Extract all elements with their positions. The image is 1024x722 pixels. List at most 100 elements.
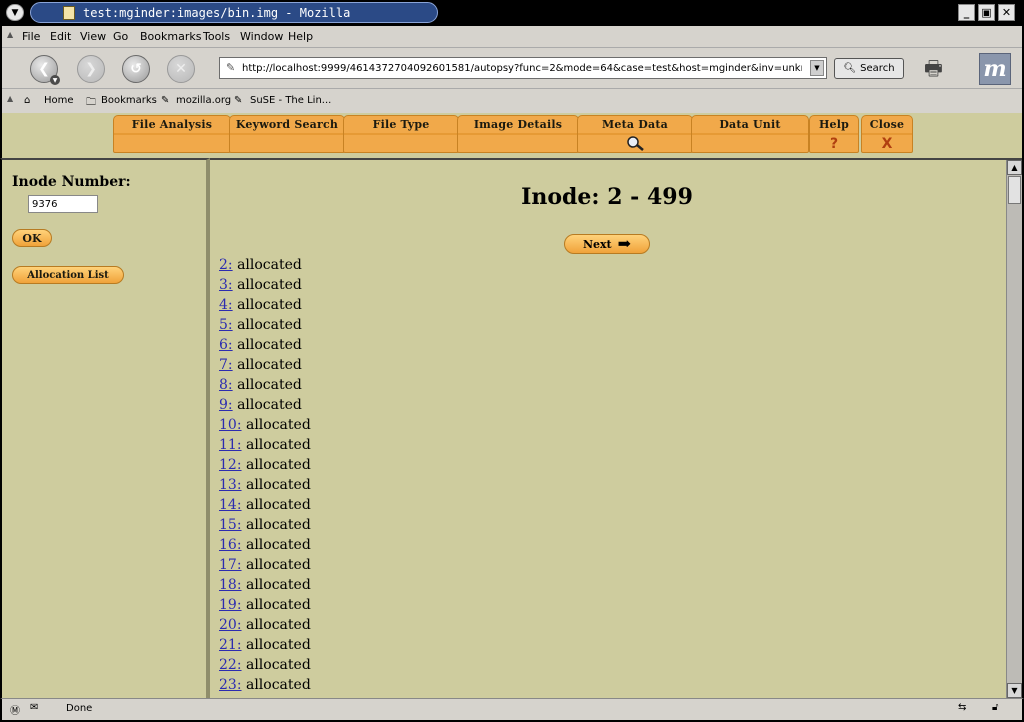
print-icon[interactable]: 🖶: [924, 54, 968, 84]
list-item: 17: allocated: [219, 555, 311, 575]
menu-go[interactable]: Go: [113, 30, 128, 43]
allocation-list-button[interactable]: Allocation List: [12, 266, 124, 284]
security-lock-icon: 🔓︎: [992, 702, 999, 713]
maximize-icon[interactable]: ▣: [978, 4, 995, 21]
bookbar-grip-icon[interactable]: ▲: [7, 94, 13, 103]
inode-status: allocated: [245, 517, 311, 533]
back-button[interactable]: ❮ ▼: [30, 55, 60, 85]
bookmark-home[interactable]: Home: [44, 95, 74, 106]
inode-status: allocated: [237, 337, 302, 353]
inode-link[interactable]: 4:: [219, 297, 233, 313]
scroll-thumb[interactable]: [1008, 176, 1021, 204]
scroll-down-icon[interactable]: ▼: [1007, 683, 1022, 698]
tab-meta-data[interactable]: Meta Data: [577, 115, 693, 153]
inode-status: allocated: [237, 377, 302, 393]
inode-number-input[interactable]: [28, 195, 98, 213]
inode-status: allocated: [245, 457, 311, 473]
online-status-icon[interactable]: ⇆: [958, 702, 966, 716]
window-title-pill: test:mginder:images/bin.img - Mozilla: [30, 2, 438, 23]
bookmark-bookmarks[interactable]: Bookmarks: [101, 95, 157, 106]
inode-status: allocated: [245, 537, 311, 553]
inode-link[interactable]: 15:: [219, 517, 242, 533]
mozilla-component-icon[interactable]: Ⓜ: [10, 702, 20, 717]
reload-button[interactable]: ↺: [122, 55, 150, 83]
inode-link[interactable]: 18:: [219, 577, 242, 593]
stop-button[interactable]: ✕: [167, 55, 195, 83]
inode-status: allocated: [245, 497, 311, 513]
menu-bookmarks[interactable]: Bookmarks: [140, 30, 201, 43]
inode-link[interactable]: 6:: [219, 337, 233, 353]
url-bar[interactable]: ✎ ▼: [219, 57, 827, 79]
menu-view[interactable]: View: [80, 30, 106, 43]
mozilla-throbber-icon[interactable]: m: [979, 53, 1011, 85]
bookmark-mozilla[interactable]: mozilla.org: [176, 95, 231, 106]
close-window-icon[interactable]: ✕: [998, 4, 1015, 21]
back-arrow-icon: ❮: [38, 61, 50, 77]
inode-link[interactable]: 21:: [219, 637, 242, 653]
menubar-grip-icon[interactable]: ▲: [7, 30, 13, 39]
list-item: 10: allocated: [219, 415, 311, 435]
next-button[interactable]: Next ➡: [564, 234, 650, 254]
link-icon: ✎: [161, 95, 170, 106]
composer-icon[interactable]: ✉: [30, 702, 38, 716]
page-title: Inode: 2 - 499: [521, 184, 693, 210]
tab-file-type[interactable]: File Type: [343, 115, 459, 153]
tab-help[interactable]: Help ?: [809, 115, 859, 153]
status-text: Done: [66, 703, 93, 714]
tab-image-details[interactable]: Image Details: [457, 115, 579, 153]
inode-link[interactable]: 17:: [219, 557, 242, 573]
menu-tools[interactable]: Tools: [203, 30, 230, 43]
url-input[interactable]: [242, 60, 802, 76]
inode-status: allocated: [237, 397, 302, 413]
inode-link[interactable]: 12:: [219, 457, 242, 473]
inode-link[interactable]: 20:: [219, 617, 242, 633]
menu-window[interactable]: Window: [240, 30, 283, 43]
menu-help[interactable]: Help: [288, 30, 313, 43]
search-button[interactable]: 🔍︎ Search: [834, 58, 904, 79]
inode-link[interactable]: 9:: [219, 397, 233, 413]
autopsy-tabbar: File Analysis Keyword Search File Type I…: [113, 115, 913, 153]
inode-link[interactable]: 3:: [219, 277, 233, 293]
inode-link[interactable]: 11:: [219, 437, 242, 453]
list-item: 15: allocated: [219, 515, 311, 535]
menu-edit[interactable]: Edit: [50, 30, 71, 43]
ok-button[interactable]: OK: [12, 229, 52, 247]
autopsy-nav-frame: File Analysis Keyword Search File Type I…: [0, 113, 1024, 158]
inode-link[interactable]: 5:: [219, 317, 233, 333]
browser-chrome: ▲ File Edit View Go Bookmarks Tools Wind…: [0, 26, 1024, 113]
inode-link[interactable]: 19:: [219, 597, 242, 613]
inode-link[interactable]: 13:: [219, 477, 242, 493]
tab-keyword-search[interactable]: Keyword Search: [229, 115, 345, 153]
forward-button[interactable]: ❯: [77, 55, 105, 83]
minimize-icon[interactable]: _: [958, 4, 975, 21]
vertical-scrollbar[interactable]: ▲ ▼: [1006, 160, 1022, 698]
list-item: 11: allocated: [219, 435, 311, 455]
list-item: 6: allocated: [219, 335, 311, 355]
tab-close[interactable]: Close X: [861, 115, 913, 153]
tab-data-unit[interactable]: Data Unit: [691, 115, 809, 153]
list-item: 8: allocated: [219, 375, 311, 395]
left-frame: Inode Number: OK Allocation List: [0, 158, 210, 698]
window-menu-icon[interactable]: ▼: [6, 4, 24, 21]
search-icon: 🔍︎: [843, 63, 857, 74]
inode-link[interactable]: 22:: [219, 657, 242, 673]
back-dropdown-icon[interactable]: ▼: [50, 75, 60, 85]
inode-link[interactable]: 8:: [219, 377, 233, 393]
url-history-dropdown-icon[interactable]: ▼: [810, 60, 824, 76]
inode-link[interactable]: 23:: [219, 677, 242, 693]
inode-link[interactable]: 10:: [219, 417, 242, 433]
tab-file-analysis[interactable]: File Analysis: [113, 115, 231, 153]
inode-link[interactable]: 14:: [219, 497, 242, 513]
scroll-up-icon[interactable]: ▲: [1007, 160, 1022, 175]
page-proxy-icon[interactable]: ✎: [226, 61, 235, 74]
tab-label: Data Unit: [719, 118, 781, 131]
bookmark-suse[interactable]: SuSE - The Lin...: [250, 95, 331, 106]
menu-file[interactable]: File: [22, 30, 40, 43]
inode-status: allocated: [237, 297, 302, 313]
inode-link[interactable]: 7:: [219, 357, 233, 373]
inode-number-label: Inode Number:: [12, 174, 131, 190]
list-item: 16: allocated: [219, 535, 311, 555]
inode-link[interactable]: 2:: [219, 257, 233, 273]
inode-status: allocated: [245, 677, 311, 693]
inode-link[interactable]: 16:: [219, 537, 242, 553]
